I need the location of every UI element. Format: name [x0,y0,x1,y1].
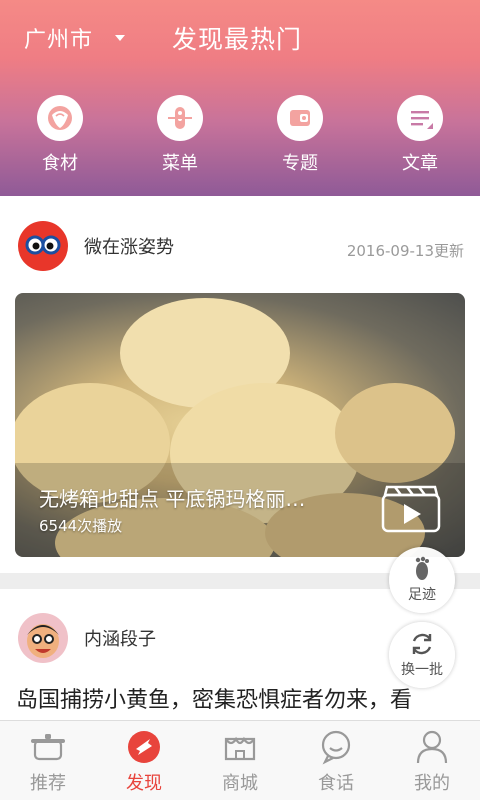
shop-icon [224,736,256,761]
footprint-button[interactable]: 足迹 [389,547,455,613]
category-label: 食材 [42,153,78,174]
tab-shop[interactable]: 商城 [192,721,288,800]
avatar [18,221,68,271]
top-bar: 广州市 发现最热门 [0,14,480,58]
tab-label: 商城 [222,773,258,794]
category-ingredients[interactable]: 食材 [0,95,120,175]
city-label: 广州市 [24,28,94,53]
pot-icon [31,734,65,761]
author-name: 内涵段子 [84,629,156,650]
category-label: 专题 [282,153,318,174]
topic-icon [277,95,323,141]
tab-label: 食话 [318,773,354,794]
update-date: 2016-09-13更新 [346,242,464,260]
discover-icon [128,731,160,763]
tab-recommend[interactable]: 推荐 [0,721,96,800]
category-menu[interactable]: 菜单 [120,95,240,175]
ingredients-icon [37,95,83,141]
tab-label: 我的 [414,773,450,794]
play-icon[interactable] [381,485,441,533]
feed-card-video[interactable]: 微在涨姿势 2016-09-13更新 无烤箱也甜点 平底锅玛格丽… 6544次播… [0,196,480,573]
profile-icon [416,730,448,764]
category-topic[interactable]: 专题 [240,95,360,175]
video-title: 无烤箱也甜点 平底锅玛格丽… [39,487,306,511]
author-row[interactable]: 微在涨姿势 [18,221,174,271]
author-name: 微在涨姿势 [84,237,174,258]
chat-icon [321,730,351,765]
article-icon [397,95,443,141]
video-thumbnail[interactable]: 无烤箱也甜点 平底锅玛格丽… 6544次播放 [15,293,465,557]
play-count: 6544次播放 [39,517,123,535]
discover-header: 广州市 发现最热门 食材 菜单 专题 文章 [0,0,480,196]
footprint-icon [415,556,429,580]
category-label: 文章 [402,153,438,174]
city-selector[interactable]: 广州市 [24,22,126,54]
bottom-tab-bar: 推荐 发现 商城 食话 我的 [0,720,480,800]
category-label: 菜单 [162,153,198,174]
tab-label: 发现 [126,773,162,794]
tab-label: 推荐 [30,773,66,794]
category-article[interactable]: 文章 [360,95,480,175]
page-title: 发现最热门 [172,25,303,54]
category-row: 食材 菜单 专题 文章 [0,95,480,175]
article-headline: 岛国捕捞小黄鱼，密集恐惧症者勿来，看 [16,688,413,713]
chevron-down-icon [115,35,126,41]
footprint-label: 足迹 [408,587,436,603]
tab-profile[interactable]: 我的 [384,721,480,800]
avatar [18,613,68,663]
menu-icon [157,95,203,141]
refresh-label: 换一批 [401,662,443,678]
tab-discover[interactable]: 发现 [96,721,192,800]
refresh-button[interactable]: 换一批 [389,622,455,688]
refresh-icon [412,633,432,655]
author-row[interactable]: 内涵段子 [18,613,156,663]
tab-food-talk[interactable]: 食话 [288,721,384,800]
